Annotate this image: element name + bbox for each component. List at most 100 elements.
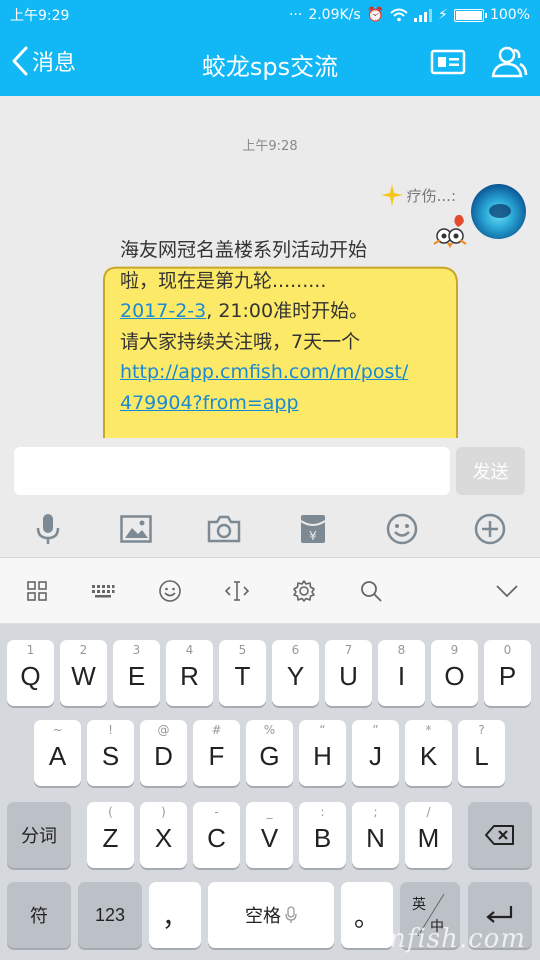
key-label: T — [234, 660, 251, 691]
keyboard-search-button[interactable] — [358, 578, 384, 604]
key-label: P — [498, 660, 517, 691]
chat-toolbar: ¥ — [0, 500, 540, 558]
mic-icon — [36, 514, 60, 544]
message-line: 啦，现在是第九轮......... — [120, 269, 327, 292]
message-input[interactable] — [14, 447, 450, 495]
key-i[interactable]: 8I — [378, 640, 425, 706]
key-secondary-label: 2 — [79, 643, 88, 657]
emoji-icon — [386, 513, 418, 545]
image-button[interactable] — [119, 512, 153, 546]
key-e[interactable]: 3E — [113, 640, 160, 706]
apps-grid-button[interactable] — [24, 578, 50, 604]
svg-text:¥: ¥ — [309, 529, 317, 543]
key-f[interactable]: # F — [193, 720, 240, 786]
key-n[interactable]: ; N — [352, 802, 399, 868]
keyboard-layout-button[interactable] — [90, 578, 116, 604]
key-j[interactable]: ” J — [352, 720, 399, 786]
key-label: W — [71, 660, 96, 691]
group-members-button[interactable] — [490, 44, 528, 84]
symbol-key[interactable]: 符 — [7, 882, 71, 948]
voice-button[interactable] — [31, 512, 65, 546]
url-link[interactable]: 479904?from=app — [120, 392, 299, 414]
key-label: H — [313, 740, 332, 771]
key-h[interactable]: “H — [299, 720, 346, 786]
sender-name-row: 疗伤...: — [380, 184, 456, 206]
group-profile-button[interactable] — [430, 44, 466, 84]
key-b[interactable]: :B — [299, 802, 346, 868]
key-k[interactable]: * K — [405, 720, 452, 786]
avatar-fish — [489, 204, 511, 218]
key-v[interactable]: _ V — [246, 802, 293, 868]
fenci-key[interactable]: 分词 — [7, 802, 71, 868]
key-label: G — [259, 740, 280, 771]
key-x[interactable]: ) X — [140, 802, 187, 868]
key-secondary-label: 9 — [450, 643, 459, 657]
key-label: I — [397, 660, 406, 691]
signal-icon — [414, 8, 433, 22]
send-button[interactable]: 发送 — [456, 447, 525, 495]
key-label: M — [417, 822, 440, 853]
members-icon — [491, 46, 528, 78]
emoji-icon — [159, 580, 181, 602]
key-a[interactable]: ~ A — [34, 720, 81, 786]
key-r[interactable]: 4R — [166, 640, 213, 706]
key-secondary-label: : — [320, 805, 325, 819]
key-secondary-label: @ — [157, 723, 170, 737]
key-secondary-label: ? — [478, 723, 485, 737]
key-label: F — [208, 740, 225, 771]
kb-emoji-button[interactable] — [157, 578, 183, 604]
key-secondary-label: ) — [161, 805, 166, 819]
key-secondary-label: 3 — [132, 643, 141, 657]
cursor-edit-button[interactable] — [224, 578, 250, 604]
key-z[interactable]: (Z — [87, 802, 134, 868]
key-m[interactable]: / M — [405, 802, 452, 868]
key-u[interactable]: 7U — [325, 640, 372, 706]
message-line: 479904?from=app — [120, 388, 430, 419]
enter-icon — [486, 906, 513, 923]
more-dots-icon: ··· — [288, 7, 303, 23]
chevron-down-icon — [496, 585, 518, 598]
key-secondary-label: 7 — [344, 643, 353, 657]
key-o[interactable]: 9O — [431, 640, 478, 706]
number-key[interactable]: 123 — [78, 882, 142, 948]
sender-name: 疗伤...: — [406, 186, 456, 205]
space-key[interactable]: 空格 — [208, 882, 334, 948]
key-c[interactable]: -C — [193, 802, 240, 868]
message-line-rest: , 21:00准时开始。 — [206, 300, 369, 322]
key-secondary-label: ( — [108, 805, 113, 819]
emoji-button[interactable] — [385, 512, 419, 546]
message-text: 海友网冠名盖楼系列活动开始 啦，现在是第九轮......... 2017-2-3… — [120, 235, 430, 418]
red-packet-icon: ¥ — [300, 515, 326, 543]
camera-button[interactable] — [207, 512, 241, 546]
date-link[interactable]: 2017-2-3 — [120, 300, 206, 322]
key-s[interactable]: ! S — [87, 720, 134, 786]
key-t[interactable]: 5T — [219, 640, 266, 706]
battery-percent: 100% — [489, 7, 530, 23]
key-l[interactable]: ? L — [458, 720, 505, 786]
comma-key[interactable]: ， — [149, 882, 201, 948]
key-d[interactable]: @ D — [140, 720, 187, 786]
charging-icon: ⚡ — [438, 7, 448, 23]
red-packet-button[interactable]: ¥ — [296, 512, 330, 546]
url-link[interactable]: http://app.cmfish.com/m/post/ — [120, 361, 408, 383]
key-w[interactable]: 2W — [60, 640, 107, 706]
key-secondary-label: * — [425, 723, 432, 737]
key-g[interactable]: % G — [246, 720, 293, 786]
key-label: K — [419, 740, 438, 771]
message-line: 海友网冠名盖楼系列活动开始 — [120, 239, 368, 261]
hide-keyboard-button[interactable] — [494, 578, 520, 604]
backspace-key[interactable] — [468, 802, 532, 868]
message-line: 2017-2-3, 21:00准时开始。 — [120, 296, 430, 327]
key-label: D — [154, 740, 173, 771]
key-q[interactable]: 1Q — [7, 640, 54, 706]
avatar[interactable] — [471, 184, 526, 239]
watermark: cmfish.com — [365, 924, 526, 954]
more-button[interactable] — [473, 512, 507, 546]
key-p[interactable]: 0P — [484, 640, 531, 706]
battery-level — [455, 10, 482, 20]
keyboard-settings-button[interactable] — [291, 578, 317, 604]
keyboard-icon — [92, 585, 115, 598]
key-y[interactable]: 6Y — [272, 640, 319, 706]
key-secondary-label: 5 — [238, 643, 247, 657]
key-label: X — [154, 822, 173, 853]
